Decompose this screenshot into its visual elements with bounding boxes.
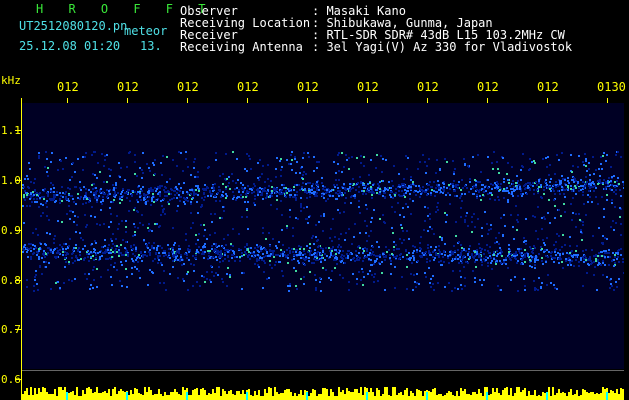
x-tick-label: 0130	[597, 80, 626, 94]
y-tick	[15, 280, 21, 281]
x-tick-label: 012	[177, 80, 199, 94]
spectrogram	[22, 103, 624, 369]
antenna-key: Receiving Antenna	[180, 40, 303, 54]
bottom-marker	[486, 392, 488, 400]
y-tick	[15, 180, 21, 181]
x-tick-label: 012	[477, 80, 499, 94]
x-tick-label: 012	[297, 80, 319, 94]
baseline-divider	[22, 370, 624, 371]
bottom-marker	[126, 392, 128, 400]
x-tick-label: 012	[417, 80, 439, 94]
x-tick-label: 012	[117, 80, 139, 94]
bottom-marker	[366, 392, 368, 400]
amplitude-strip	[22, 387, 624, 400]
x-tick-label: 012	[357, 80, 379, 94]
datetime-label: 25.12.08 01:20	[19, 39, 121, 53]
bottom-marker	[66, 392, 68, 400]
bottom-marker	[546, 392, 548, 400]
y-tick	[15, 329, 21, 330]
antenna-value: : 3el Yagi(V) Az 330 for Vladivostok	[312, 40, 573, 54]
bottom-marker	[186, 392, 188, 400]
x-tick-label: 012	[57, 80, 79, 94]
bottom-marker	[426, 392, 428, 400]
filename-label: UT2512080120.pn	[19, 19, 128, 33]
y-tick	[15, 130, 21, 131]
bottom-marker	[606, 392, 608, 400]
y-tick	[15, 230, 21, 231]
meteor-label: meteor	[124, 24, 168, 38]
x-tick-label: 012	[237, 80, 259, 94]
y-axis-unit: kHz	[1, 74, 21, 87]
count-label: 13.	[140, 39, 162, 53]
spectrogram-canvas	[22, 151, 624, 292]
bottom-marker	[246, 392, 248, 400]
y-tick	[15, 379, 21, 380]
x-tick-label: 012	[537, 80, 559, 94]
bottom-marker	[306, 392, 308, 400]
